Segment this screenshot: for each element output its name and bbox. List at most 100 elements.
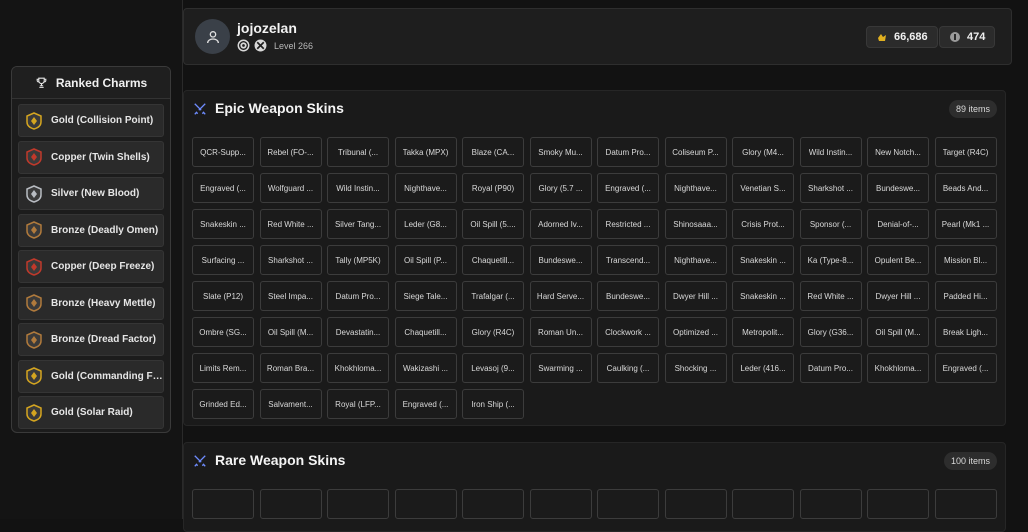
ubisoft-icon[interactable] — [237, 39, 250, 52]
weapon-skin-item[interactable]: Pearl (Mk1 ... — [934, 209, 997, 239]
weapon-skin-item[interactable]: Surfacing ... — [192, 245, 254, 275]
weapon-skin-item[interactable]: Chaquetill... — [394, 317, 457, 347]
weapon-skin-item[interactable]: Denial-of-... — [867, 209, 929, 239]
weapon-skin-item[interactable]: Dwyer Hill ... — [867, 281, 929, 311]
weapon-skin-item[interactable]: Padded Hi... — [934, 281, 997, 311]
weapon-skin-item[interactable]: Datum Pro... — [799, 353, 862, 383]
charm-item[interactable]: Gold (Collision Point) — [18, 104, 164, 137]
weapon-skin-item[interactable]: Bundeswe... — [529, 245, 592, 275]
charm-item[interactable]: Copper (Twin Shells) — [18, 140, 164, 174]
weapon-skin-item[interactable]: Engraved (... — [597, 173, 659, 203]
weapon-skin-item[interactable]: Silver Tang... — [327, 209, 389, 239]
weapon-skin-item[interactable] — [934, 489, 997, 519]
weapon-skin-item[interactable]: Wakizashi ... — [394, 353, 457, 383]
weapon-skin-item[interactable]: Glory (M4... — [732, 137, 794, 167]
weapon-skin-item[interactable] — [327, 489, 389, 519]
weapon-skin-item[interactable]: Restricted ... — [597, 209, 659, 239]
weapon-skin-item[interactable]: Swarming ... — [529, 353, 592, 383]
weapon-skin-item[interactable]: Iron Ship (... — [462, 389, 524, 419]
weapon-skin-item[interactable] — [394, 489, 457, 519]
weapon-skin-item[interactable]: Trafalgar (... — [462, 281, 524, 311]
weapon-skin-item[interactable]: Crisis Prot... — [732, 209, 794, 239]
weapon-skin-item[interactable]: Snakeskin ... — [732, 281, 794, 311]
weapon-skin-item[interactable]: Coliseum P... — [664, 137, 727, 167]
weapon-skin-item[interactable]: Shinosaaa... — [664, 209, 727, 239]
weapon-skin-item[interactable]: Leder (G8... — [394, 209, 457, 239]
weapon-skin-item[interactable]: Metropolit... — [732, 317, 794, 347]
weapon-skin-item[interactable]: Khokhloma... — [867, 353, 929, 383]
avatar[interactable] — [195, 19, 230, 54]
weapon-skin-item[interactable]: Takka (MPX) — [394, 137, 457, 167]
weapon-skin-item[interactable]: Tribunal (... — [327, 137, 389, 167]
charm-item[interactable]: Copper (Deep Freeze) — [18, 250, 164, 283]
weapon-skin-item[interactable]: Nighthave... — [664, 245, 727, 275]
weapon-skin-item[interactable]: QCR-Supp... — [192, 137, 254, 167]
weapon-skin-item[interactable] — [799, 489, 862, 519]
weapon-skin-item[interactable] — [462, 489, 524, 519]
weapon-skin-item[interactable]: Grinded Ed... — [192, 389, 254, 419]
weapon-skin-item[interactable]: Red White ... — [799, 281, 862, 311]
weapon-skin-item[interactable]: Transcend... — [597, 245, 659, 275]
weapon-skin-item[interactable]: New Notch... — [867, 137, 929, 167]
weapon-skin-item[interactable]: Target (R4C) — [934, 137, 997, 167]
weapon-skin-item[interactable]: Red White ... — [259, 209, 322, 239]
weapon-skin-item[interactable]: Khokhloma... — [327, 353, 389, 383]
charm-item[interactable]: Bronze (Heavy Mettle) — [18, 286, 164, 320]
weapon-skin-item[interactable]: Optimized ... — [664, 317, 727, 347]
weapon-skin-item[interactable]: Nighthave... — [394, 173, 457, 203]
charm-item[interactable]: Bronze (Dread Factor) — [18, 323, 164, 356]
weapon-skin-item[interactable] — [529, 489, 592, 519]
weapon-skin-item[interactable] — [192, 489, 254, 519]
weapon-skin-item[interactable]: Snakeskin ... — [732, 245, 794, 275]
weapon-skin-item[interactable]: Datum Pro... — [597, 137, 659, 167]
weapon-skin-item[interactable]: Bundeswe... — [867, 173, 929, 203]
weapon-skin-item[interactable]: Royal (P90) — [462, 173, 524, 203]
weapon-skin-item[interactable]: Beads And... — [934, 173, 997, 203]
charm-item[interactable]: Silver (New Blood) — [18, 177, 164, 210]
weapon-skin-item[interactable]: Bundeswe... — [597, 281, 659, 311]
charm-item[interactable]: Gold (Commanding For... — [18, 359, 164, 393]
weapon-skin-item[interactable] — [732, 489, 794, 519]
weapon-skin-item[interactable]: Roman Un... — [529, 317, 592, 347]
weapon-skin-item[interactable]: Mission Bl... — [934, 245, 997, 275]
weapon-skin-item[interactable]: Wild Instin... — [799, 137, 862, 167]
weapon-skin-item[interactable]: Blaze (CA... — [462, 137, 524, 167]
weapon-skin-item[interactable]: Engraved (... — [934, 353, 997, 383]
weapon-skin-item[interactable]: Break Ligh... — [934, 317, 997, 347]
weapon-skin-item[interactable]: Oil Spill (5.... — [462, 209, 524, 239]
xbox-icon[interactable] — [254, 39, 267, 52]
weapon-skin-item[interactable]: Ombre (SG... — [192, 317, 254, 347]
weapon-skin-item[interactable]: Limits Rem... — [192, 353, 254, 383]
weapon-skin-item[interactable]: Ka (Type-8... — [799, 245, 862, 275]
weapon-skin-item[interactable]: Venetian S... — [732, 173, 794, 203]
weapon-skin-item[interactable]: Sponsor (... — [799, 209, 862, 239]
weapon-skin-item[interactable]: Steel Impa... — [259, 281, 322, 311]
weapon-skin-item[interactable]: Adorned Iv... — [529, 209, 592, 239]
weapon-skin-item[interactable]: Royal (LFP... — [327, 389, 389, 419]
weapon-skin-item[interactable]: Devastatin... — [327, 317, 389, 347]
weapon-skin-item[interactable]: Oil Spill (M... — [259, 317, 322, 347]
weapon-skin-item[interactable]: Clockwork ... — [597, 317, 659, 347]
weapon-skin-item[interactable]: Engraved (... — [394, 389, 457, 419]
weapon-skin-item[interactable]: Salvament... — [259, 389, 322, 419]
weapon-skin-item[interactable]: Sharkshot ... — [799, 173, 862, 203]
weapon-skin-item[interactable] — [867, 489, 929, 519]
weapon-skin-item[interactable]: Wild Instin... — [327, 173, 389, 203]
weapon-skin-item[interactable]: Glory (R4C) — [462, 317, 524, 347]
weapon-skin-item[interactable]: Roman Bra... — [259, 353, 322, 383]
weapon-skin-item[interactable]: Opulent Be... — [867, 245, 929, 275]
weapon-skin-item[interactable]: Hard Serve... — [529, 281, 592, 311]
weapon-skin-item[interactable]: Tally (MP5K) — [327, 245, 389, 275]
weapon-skin-item[interactable]: Sharkshot ... — [259, 245, 322, 275]
weapon-skin-item[interactable]: Dwyer Hill ... — [664, 281, 727, 311]
weapon-skin-item[interactable]: Glory (5.7 ... — [529, 173, 592, 203]
weapon-skin-item[interactable]: Glory (G36... — [799, 317, 862, 347]
weapon-skin-item[interactable]: Rebel (FO-... — [259, 137, 322, 167]
weapon-skin-item[interactable]: Levasoj (9... — [462, 353, 524, 383]
charm-item[interactable]: Gold (Solar Raid) — [18, 396, 164, 429]
weapon-skin-item[interactable] — [664, 489, 727, 519]
weapon-skin-item[interactable]: Chaquetill... — [462, 245, 524, 275]
weapon-skin-item[interactable]: Siege Tale... — [394, 281, 457, 311]
charm-item[interactable]: Bronze (Deadly Omen) — [18, 213, 164, 247]
weapon-skin-item[interactable]: Caulking (... — [597, 353, 659, 383]
